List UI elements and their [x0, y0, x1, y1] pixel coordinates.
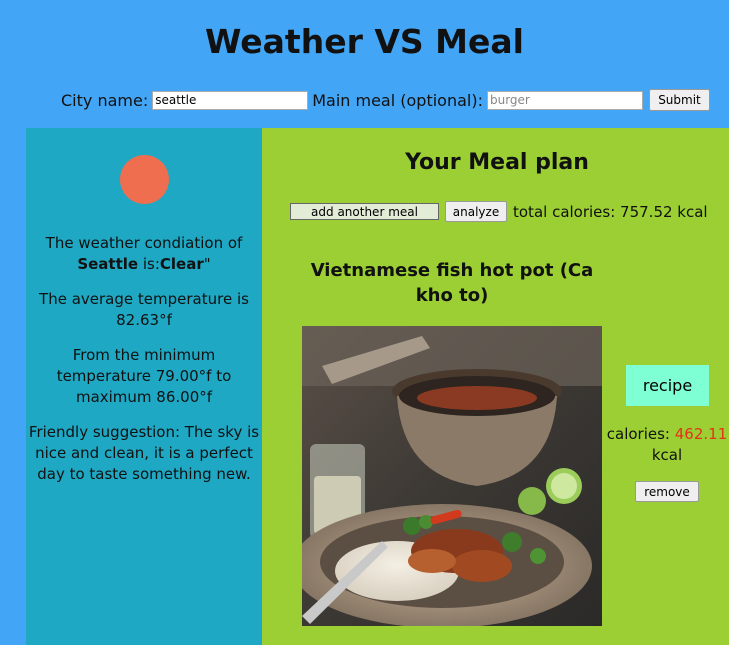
- dish-name: Vietnamese fish hot pot (Ca kho to): [310, 260, 594, 306]
- dish-photo: [302, 326, 602, 626]
- calories-label: calories:: [606, 425, 670, 443]
- meal-calories: calories: 462.11 kcal: [602, 424, 729, 466]
- submit-button[interactable]: Submit: [648, 89, 710, 111]
- weather-info: The weather condiation of Seattle is:Cle…: [26, 233, 262, 499]
- friendly-suggestion: Friendly suggestion: The sky is nice and…: [28, 423, 260, 483]
- sun-icon: [120, 155, 169, 204]
- city-label: City name:: [61, 90, 149, 110]
- meal-input[interactable]: [486, 90, 643, 110]
- condition-is: is:: [138, 255, 160, 273]
- condition-value: Clear: [159, 255, 204, 273]
- calories-unit: kcal: [651, 446, 683, 464]
- condition-prefix: The weather condiation of: [45, 234, 243, 252]
- page-title: Weather VS Meal: [205, 22, 524, 61]
- total-calories: total calories: 757.52 kcal: [513, 202, 708, 221]
- average-temperature: The average temperature is 82.63°f: [39, 290, 249, 329]
- meal-panel: Your Meal plan add another meal analyze …: [262, 128, 729, 645]
- condition-suffix: ": [203, 255, 211, 273]
- recipe-button[interactable]: recipe: [626, 365, 709, 406]
- city-input[interactable]: [152, 90, 309, 110]
- city-name: Seattle: [77, 255, 139, 273]
- meal-plan-heading: Your Meal plan: [405, 150, 589, 175]
- meal-controls: add another meal analyze total calories:…: [290, 201, 708, 222]
- search-form: City name: Main meal (optional): Submit: [61, 88, 710, 112]
- temperature-range: From the minimum temperature 79.00°f to …: [56, 346, 232, 406]
- weather-panel: The weather condiation of Seattle is:Cle…: [26, 128, 262, 645]
- remove-button[interactable]: remove: [635, 481, 699, 502]
- analyze-button[interactable]: analyze: [445, 201, 507, 222]
- add-meal-button[interactable]: add another meal: [290, 203, 439, 220]
- meal-label: Main meal (optional):: [312, 90, 483, 110]
- calories-value: 462.11: [674, 425, 728, 443]
- weather-condition: The weather condiation of Seattle is:Cle…: [26, 233, 262, 275]
